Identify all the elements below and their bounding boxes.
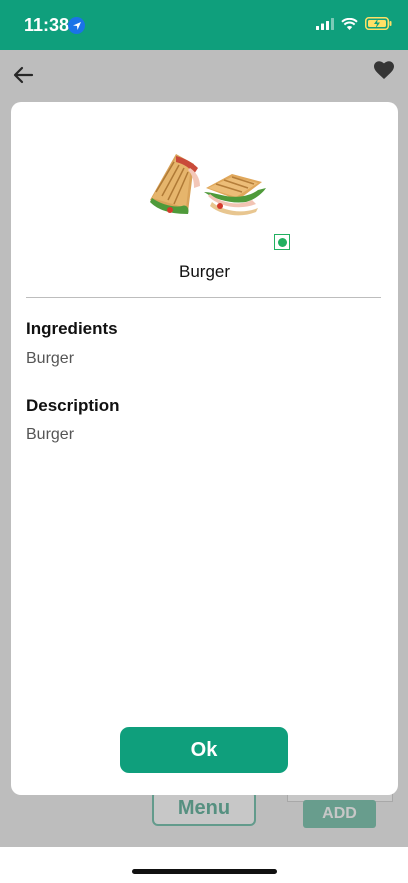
sandwich-image xyxy=(150,154,266,216)
home-indicator-area xyxy=(0,847,408,883)
ingredients-text: Burger xyxy=(26,350,75,367)
item-detail-modal: Burger Ingredients Burger Description Bu… xyxy=(11,102,398,795)
wifi-icon xyxy=(341,17,358,30)
status-icons xyxy=(316,17,392,30)
ingredients-heading: Ingredients xyxy=(26,319,118,338)
divider xyxy=(26,297,381,298)
location-arrow-icon xyxy=(68,17,85,34)
status-bar: 11:38 xyxy=(0,0,408,50)
home-indicator xyxy=(132,869,277,874)
item-title: Burger xyxy=(178,262,231,281)
signal-icon xyxy=(316,17,334,30)
battery-charging-icon xyxy=(365,17,392,30)
description-heading: Description xyxy=(26,396,120,415)
status-time: 11:38 xyxy=(24,15,70,35)
description-text: Burger xyxy=(26,426,75,443)
ok-button[interactable]: Ok xyxy=(120,727,288,773)
veg-indicator-icon xyxy=(274,234,290,250)
